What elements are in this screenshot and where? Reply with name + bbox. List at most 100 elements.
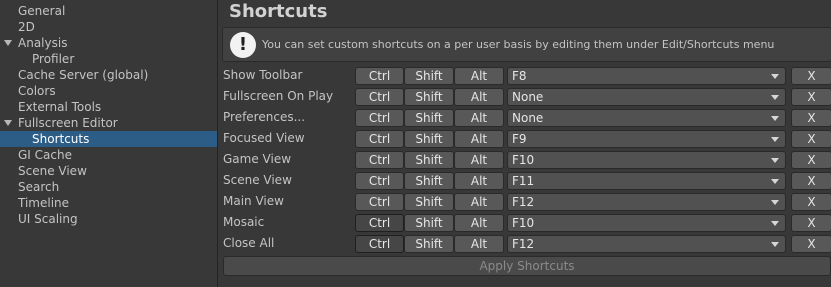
shortcut-row: Close All Ctrl Shift Alt F12 X bbox=[219, 234, 831, 253]
key-dropdown-value: F9 bbox=[512, 132, 527, 146]
clear-shortcut-button[interactable]: X bbox=[791, 172, 831, 190]
key-dropdown[interactable]: F10 bbox=[507, 151, 786, 169]
shift-toggle-button[interactable]: Shift bbox=[404, 67, 454, 85]
shift-toggle-button[interactable]: Shift bbox=[404, 109, 454, 127]
shortcut-label: Show Toolbar bbox=[223, 68, 303, 82]
shortcut-row: Game View Ctrl Shift Alt F10 X bbox=[219, 150, 831, 169]
key-dropdown[interactable]: F11 bbox=[507, 172, 786, 190]
sidebar-item-label: Analysis bbox=[18, 36, 68, 50]
sidebar-item-ui-scaling[interactable]: UI Scaling bbox=[0, 211, 217, 227]
ctrl-toggle-button[interactable]: Ctrl bbox=[355, 172, 404, 190]
shortcut-label: Game View bbox=[223, 152, 292, 166]
clear-shortcut-button[interactable]: X bbox=[791, 88, 831, 106]
key-dropdown[interactable]: None bbox=[507, 109, 786, 127]
alt-toggle-button[interactable]: Alt bbox=[454, 193, 504, 211]
sidebar-item-gi-cache[interactable]: GI Cache bbox=[0, 147, 217, 163]
sidebar-item-colors[interactable]: Colors bbox=[0, 83, 217, 99]
sidebar-item-2d[interactable]: 2D bbox=[0, 19, 217, 35]
help-box: ! You can set custom shortcuts on a per … bbox=[222, 27, 831, 62]
shift-toggle-button[interactable]: Shift bbox=[404, 235, 454, 253]
foldout-arrow-icon[interactable] bbox=[4, 40, 12, 46]
sidebar-item-profiler[interactable]: Profiler bbox=[0, 51, 217, 67]
alt-toggle-button[interactable]: Alt bbox=[454, 88, 504, 106]
sidebar-item-label: External Tools bbox=[18, 100, 102, 114]
chevron-down-icon bbox=[771, 95, 779, 100]
sidebar-item-external-tools[interactable]: External Tools bbox=[0, 99, 217, 115]
sidebar-item-shortcuts[interactable]: Shortcuts bbox=[0, 131, 217, 147]
sidebar-item-label: General bbox=[18, 4, 66, 18]
key-dropdown-value: F12 bbox=[512, 195, 535, 209]
alt-toggle-button[interactable]: Alt bbox=[454, 214, 504, 232]
shift-toggle-button[interactable]: Shift bbox=[404, 214, 454, 232]
key-dropdown[interactable]: F8 bbox=[507, 67, 786, 85]
foldout-arrow-icon[interactable] bbox=[4, 120, 12, 126]
sidebar-item-general[interactable]: General bbox=[0, 3, 217, 19]
alt-toggle-button[interactable]: Alt bbox=[454, 172, 504, 190]
alt-toggle-button[interactable]: Alt bbox=[454, 67, 504, 85]
sidebar-item-label: Scene View bbox=[18, 164, 87, 178]
sidebar-item-cache-server[interactable]: Cache Server (global) bbox=[0, 67, 217, 83]
ctrl-toggle-button[interactable]: Ctrl bbox=[355, 130, 404, 148]
clear-shortcut-button[interactable]: X bbox=[791, 67, 831, 85]
alt-toggle-button[interactable]: Alt bbox=[454, 151, 504, 169]
key-dropdown-value: F8 bbox=[512, 69, 527, 83]
shortcut-row: Scene View Ctrl Shift Alt F11 X bbox=[219, 171, 831, 190]
preferences-window: General 2D Analysis Profiler Cache Serve… bbox=[0, 0, 831, 287]
shortcut-label: Fullscreen On Play bbox=[223, 89, 334, 103]
shift-toggle-button[interactable]: Shift bbox=[404, 88, 454, 106]
key-dropdown[interactable]: F10 bbox=[507, 214, 786, 232]
clear-shortcut-button[interactable]: X bbox=[791, 130, 831, 148]
clear-shortcut-button[interactable]: X bbox=[791, 193, 831, 211]
key-dropdown-value: F10 bbox=[512, 216, 535, 230]
shortcut-label: Close All bbox=[223, 236, 275, 250]
sidebar-item-label: Search bbox=[18, 180, 60, 194]
ctrl-toggle-button[interactable]: Ctrl bbox=[355, 109, 404, 127]
shortcut-row: Mosaic Ctrl Shift Alt F10 X bbox=[219, 213, 831, 232]
alt-toggle-button[interactable]: Alt bbox=[454, 235, 504, 253]
clear-shortcut-button[interactable]: X bbox=[791, 109, 831, 127]
key-dropdown[interactable]: F9 bbox=[507, 130, 786, 148]
key-dropdown[interactable]: F12 bbox=[507, 193, 786, 211]
clear-shortcut-button[interactable]: X bbox=[791, 235, 831, 253]
key-dropdown[interactable]: F12 bbox=[507, 235, 786, 253]
clear-shortcut-button[interactable]: X bbox=[791, 151, 831, 169]
clear-shortcut-button[interactable]: X bbox=[791, 214, 831, 232]
info-icon: ! bbox=[230, 32, 256, 58]
sidebar-item-analysis[interactable]: Analysis bbox=[0, 35, 217, 51]
sidebar-item-timeline[interactable]: Timeline bbox=[0, 195, 217, 211]
key-dropdown-value: F11 bbox=[512, 174, 535, 188]
shortcuts-panel: Shortcuts ! You can set custom shortcuts… bbox=[219, 0, 831, 287]
sidebar-item-fullscreen-editor[interactable]: Fullscreen Editor bbox=[0, 115, 217, 131]
shift-toggle-button[interactable]: Shift bbox=[404, 193, 454, 211]
shortcut-label: Focused View bbox=[223, 131, 305, 145]
shift-toggle-button[interactable]: Shift bbox=[404, 130, 454, 148]
shortcut-row: Main View Ctrl Shift Alt F12 X bbox=[219, 192, 831, 211]
key-dropdown[interactable]: None bbox=[507, 88, 786, 106]
alt-toggle-button[interactable]: Alt bbox=[454, 130, 504, 148]
shortcut-row: Fullscreen On Play Ctrl Shift Alt None X bbox=[219, 87, 831, 106]
sidebar-item-search[interactable]: Search bbox=[0, 179, 217, 195]
ctrl-toggle-button[interactable]: Ctrl bbox=[355, 214, 404, 232]
shortcut-label: Main View bbox=[223, 194, 284, 208]
shift-toggle-button[interactable]: Shift bbox=[404, 151, 454, 169]
ctrl-toggle-button[interactable]: Ctrl bbox=[355, 88, 404, 106]
sidebar-item-scene-view[interactable]: Scene View bbox=[0, 163, 217, 179]
shortcut-row: Focused View Ctrl Shift Alt F9 X bbox=[219, 129, 831, 148]
sidebar-item-label: Timeline bbox=[18, 196, 70, 210]
page-title: Shortcuts bbox=[229, 1, 328, 22]
sidebar-item-label: Cache Server (global) bbox=[18, 68, 149, 82]
shortcut-label: Mosaic bbox=[223, 215, 265, 229]
key-dropdown-value: None bbox=[512, 111, 544, 125]
ctrl-toggle-button[interactable]: Ctrl bbox=[355, 193, 404, 211]
apply-shortcuts-button[interactable]: Apply Shortcuts bbox=[223, 256, 831, 276]
shift-toggle-button[interactable]: Shift bbox=[404, 172, 454, 190]
chevron-down-icon bbox=[771, 242, 779, 247]
key-dropdown-value: F10 bbox=[512, 153, 535, 167]
chevron-down-icon bbox=[771, 116, 779, 121]
ctrl-toggle-button[interactable]: Ctrl bbox=[355, 235, 404, 253]
sidebar-item-label: Profiler bbox=[32, 52, 75, 66]
ctrl-toggle-button[interactable]: Ctrl bbox=[355, 67, 404, 85]
alt-toggle-button[interactable]: Alt bbox=[454, 109, 504, 127]
ctrl-toggle-button[interactable]: Ctrl bbox=[355, 151, 404, 169]
chevron-down-icon bbox=[771, 137, 779, 142]
